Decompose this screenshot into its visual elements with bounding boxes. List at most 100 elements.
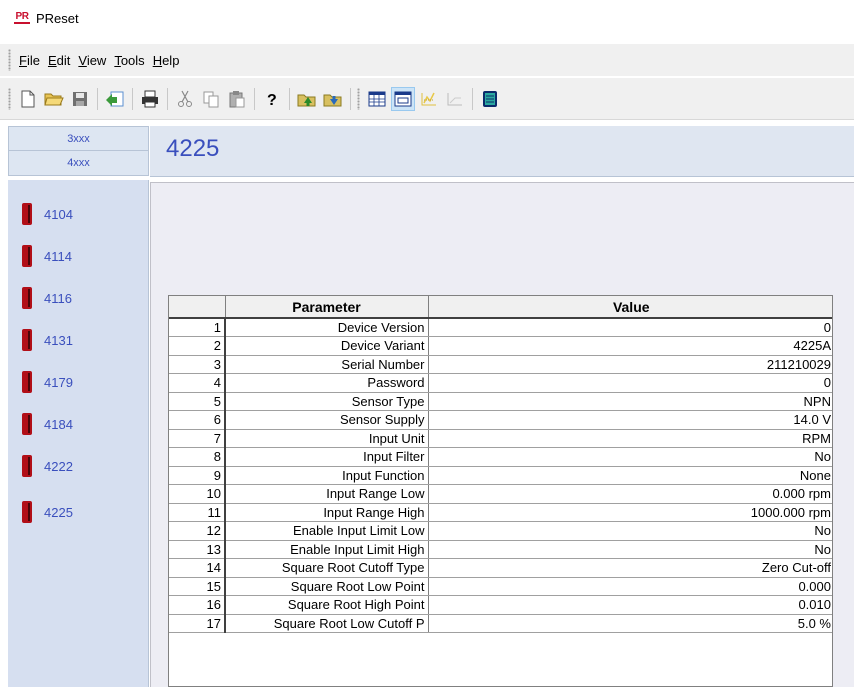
import-icon[interactable] <box>103 87 127 111</box>
parameter-value[interactable]: 5.0 % <box>428 614 832 633</box>
device-item-4131[interactable]: 4131 <box>22 328 73 352</box>
device-label: 4184 <box>44 416 73 432</box>
parameter-value[interactable]: 0 <box>428 318 832 337</box>
cut-icon[interactable] <box>173 87 197 111</box>
table-row[interactable]: 8 Input Filter No <box>169 447 832 467</box>
monitor-icon[interactable] <box>478 87 502 111</box>
help-icon[interactable]: ? <box>260 87 284 111</box>
device-family-tabs: 3xxx 4xxx <box>8 126 149 176</box>
column-header-value[interactable]: Value <box>428 296 832 319</box>
chart-icon[interactable] <box>417 87 441 111</box>
column-header-parameter[interactable]: Parameter <box>225 296 429 319</box>
parameter-value[interactable]: 4225A <box>428 336 832 356</box>
menu-edit[interactable]: Edit <box>44 53 74 68</box>
parameter-value[interactable]: 0 <box>428 373 832 393</box>
menu-grip-icon[interactable] <box>8 49 11 71</box>
open-icon[interactable] <box>42 87 66 111</box>
device-item-4184[interactable]: 4184 <box>22 412 73 436</box>
parameter-value[interactable]: 0.010 <box>428 595 832 615</box>
menu-tools[interactable]: Tools <box>110 53 148 68</box>
table-row[interactable]: 3 Serial Number 211210029 <box>169 355 832 374</box>
menu-help[interactable]: Help <box>149 53 184 68</box>
parameter-name: Input Range Low <box>225 484 429 504</box>
row-index: 16 <box>169 595 226 615</box>
print-icon[interactable] <box>138 87 162 111</box>
table-row[interactable]: 6 Sensor Supply 14.0 V <box>169 410 832 430</box>
device-item-4225[interactable]: 4225 <box>22 500 73 524</box>
parameter-name: Square Root Cutoff Type <box>225 558 429 578</box>
table-row[interactable]: 2 Device Variant 4225A <box>169 336 832 356</box>
parameter-value[interactable]: None <box>428 466 832 485</box>
device-item-4104[interactable]: 4104 <box>22 202 73 226</box>
row-index: 10 <box>169 484 226 504</box>
device-label: 4222 <box>44 458 73 474</box>
parameter-name: Enable Input Limit Low <box>225 521 429 541</box>
device-item-4222[interactable]: 4222 <box>22 454 73 478</box>
tab-3xxx[interactable]: 3xxx <box>8 126 149 151</box>
table-row[interactable]: 14 Square Root Cutoff Type Zero Cut-off <box>169 558 832 578</box>
device-module-icon <box>22 287 32 309</box>
tab-4xxx[interactable]: 4xxx <box>8 151 149 176</box>
row-index: 8 <box>169 447 226 467</box>
title-bar: PR PReset <box>0 0 854 36</box>
toolbar-grip-icon[interactable] <box>357 87 360 110</box>
row-index: 13 <box>169 540 226 559</box>
graph-icon[interactable] <box>443 87 467 111</box>
table-row[interactable]: 12 Enable Input Limit Low No <box>169 521 832 541</box>
row-index: 9 <box>169 466 226 485</box>
table-row[interactable]: 7 Input Unit RPM <box>169 429 832 448</box>
menu-view[interactable]: View <box>74 53 110 68</box>
menu-file[interactable]: File <box>15 53 44 68</box>
table-row[interactable]: 1 Device Version 0 <box>169 318 832 337</box>
parameter-value[interactable]: NPN <box>428 392 832 411</box>
form-view-icon[interactable] <box>391 86 415 111</box>
toolbar-separator <box>97 87 98 110</box>
parameter-table: Parameter Value 1 Device Version 0 2 Device … <box>168 295 833 687</box>
parameter-name: Sensor Supply <box>225 410 429 430</box>
device-label: 4225 <box>44 504 73 520</box>
parameter-value[interactable]: No <box>428 521 832 541</box>
device-module-icon <box>22 413 32 435</box>
parameter-name: Square Root High Point <box>225 595 429 615</box>
table-row[interactable]: 13 Enable Input Limit High No <box>169 540 832 559</box>
device-list: 4104 4114 4116 4131 4179 4184 4222 4225 <box>8 180 149 687</box>
parameter-value[interactable]: 14.0 V <box>428 410 832 430</box>
device-module-icon <box>22 329 32 351</box>
new-icon[interactable] <box>16 87 40 111</box>
paste-icon[interactable] <box>225 87 249 111</box>
parameter-value[interactable]: 211210029 <box>428 355 832 374</box>
toolbar-separator <box>350 87 351 110</box>
row-index: 1 <box>169 318 226 337</box>
table-row[interactable]: 5 Sensor Type NPN <box>169 392 832 411</box>
upload-icon[interactable] <box>295 87 319 111</box>
parameter-value[interactable]: Zero Cut-off <box>428 558 832 578</box>
table-row[interactable]: 11 Input Range High 1000.000 rpm <box>169 503 832 522</box>
table-row[interactable]: 17 Square Root Low Cutoff P 5.0 % <box>169 614 832 633</box>
parameter-value[interactable]: 0.000 <box>428 577 832 596</box>
app-logo-text: PR <box>15 11 29 22</box>
table-row[interactable]: 4 Password 0 <box>169 373 832 393</box>
row-index: 12 <box>169 521 226 541</box>
device-item-4179[interactable]: 4179 <box>22 370 73 394</box>
download-icon[interactable] <box>321 87 345 111</box>
parameter-value[interactable]: 1000.000 rpm <box>428 503 832 522</box>
parameter-name: Square Root Low Point <box>225 577 429 596</box>
save-icon[interactable] <box>68 87 92 111</box>
parameter-value[interactable]: RPM <box>428 429 832 448</box>
table-row[interactable]: 15 Square Root Low Point 0.000 <box>169 577 832 596</box>
table-row[interactable]: 10 Input Range Low 0.000 rpm <box>169 484 832 504</box>
device-module-icon <box>22 501 32 523</box>
copy-icon[interactable] <box>199 87 223 111</box>
parameter-value[interactable]: No <box>428 447 832 467</box>
device-item-4114[interactable]: 4114 <box>22 244 72 268</box>
parameter-value[interactable]: 0.000 rpm <box>428 484 832 504</box>
parameter-value[interactable]: No <box>428 540 832 559</box>
table-row[interactable]: 16 Square Root High Point 0.010 <box>169 595 832 615</box>
table-view-icon[interactable] <box>365 87 389 111</box>
toolbar-grip-icon[interactable] <box>8 87 11 110</box>
device-item-4116[interactable]: 4116 <box>22 286 72 310</box>
table-row[interactable]: 9 Input Function None <box>169 466 832 485</box>
parameter-name: Serial Number <box>225 355 429 374</box>
device-module-icon <box>22 245 32 267</box>
parameter-name: Password <box>225 373 429 393</box>
